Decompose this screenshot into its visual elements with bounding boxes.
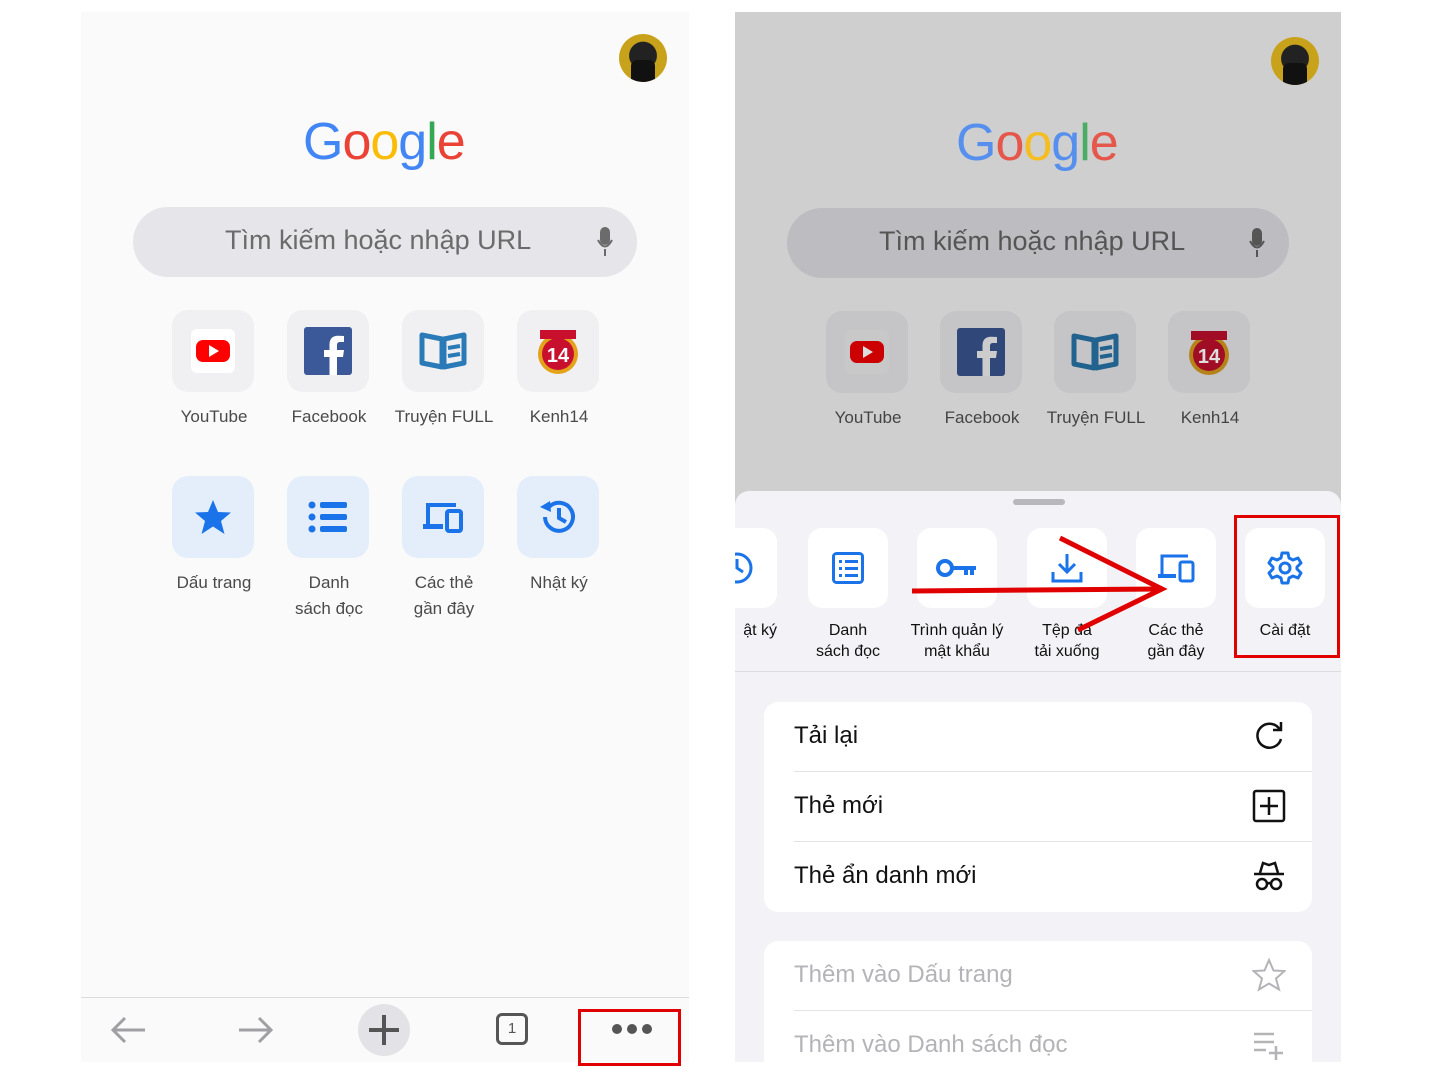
shortcut-label: Facebook xyxy=(944,408,1020,427)
search-input[interactable]: Tìm kiếm hoặc nhập URL xyxy=(133,207,637,277)
kenh14-icon: 14 xyxy=(1189,331,1229,375)
highlight-more-menu xyxy=(578,1009,681,1066)
recent-tabs-button[interactable]: Các thẻ gần đây xyxy=(402,476,486,622)
star-outline-icon xyxy=(1252,958,1286,992)
menu-item-label: Thêm vào Dấu trang xyxy=(794,961,1013,988)
microphone-icon[interactable] xyxy=(1249,226,1265,260)
shortcut-label: YouTube xyxy=(834,408,902,427)
add-list-icon xyxy=(1254,1032,1283,1060)
search-input[interactable]: Tìm kiếm hoặc nhập URL xyxy=(787,208,1289,278)
menu-item-add-reading-list[interactable]: Thêm vào Danh sách đọc xyxy=(764,1011,1312,1062)
menu-item-label: Thẻ mới xyxy=(794,792,884,819)
left-screen: Google Tìm kiếm hoặc nhập URL YouTube Fa… xyxy=(81,12,689,1062)
microphone-icon[interactable] xyxy=(597,225,613,259)
shortcut-youtube[interactable]: YouTube xyxy=(826,311,910,431)
quick-action-history[interactable]: ật ký xyxy=(735,528,779,641)
list-icon xyxy=(308,501,347,533)
shortcut-label: Kenh14 xyxy=(529,407,589,426)
menu-item-label: Thêm vào Danh sách đọc xyxy=(794,1031,1068,1058)
shortcut-label: Kenh14 xyxy=(1180,408,1240,427)
action-label: Các thẻ gần đây xyxy=(413,573,475,618)
quick-action-reading-list[interactable]: Danh sách đọc xyxy=(808,528,890,662)
history-icon xyxy=(540,500,575,533)
menu-item-reload[interactable]: Tải lại xyxy=(764,702,1312,772)
menu-item-new-tab[interactable]: Thẻ mới xyxy=(764,772,1312,842)
google-logo: Google xyxy=(956,114,1119,172)
action-label: Dấu trang xyxy=(176,573,252,592)
tab-switcher-button[interactable]: 1 xyxy=(496,1013,528,1045)
menu-item-label: Tải lại xyxy=(794,722,859,749)
reading-list-button[interactable]: Danh sách đọc xyxy=(287,476,371,622)
menu-group-primary: Tải lại Thẻ mới Thẻ ẩn danh mới xyxy=(764,702,1312,912)
svg-text:14: 14 xyxy=(1198,346,1221,368)
history-button[interactable]: Nhật ký xyxy=(517,476,601,596)
reload-icon xyxy=(1256,722,1283,749)
shortcut-label: Truyện FULL xyxy=(394,407,494,426)
shortcut-truyen-full[interactable]: Truyện FULL xyxy=(395,310,493,430)
devices-icon xyxy=(423,503,463,533)
sheet-grabber[interactable] xyxy=(1013,499,1065,505)
plus-icon xyxy=(369,1015,399,1045)
menu-item-new-incognito-tab[interactable]: Thẻ ẩn danh mới xyxy=(764,842,1312,912)
new-tab-button[interactable] xyxy=(358,1004,410,1056)
shortcut-kenh14[interactable]: 14 Kenh14 xyxy=(517,310,601,430)
shortcut-kenh14[interactable]: 14 Kenh14 xyxy=(1168,311,1252,431)
quick-action-label: Danh sách đọc xyxy=(815,622,881,660)
history-icon xyxy=(735,552,753,584)
highlight-settings xyxy=(1234,515,1340,658)
annotation-arrow xyxy=(911,535,1168,633)
sheet-divider xyxy=(735,671,1341,672)
google-logo: Google xyxy=(303,113,466,171)
forward-arrow-icon[interactable] xyxy=(237,1014,275,1046)
youtube-icon xyxy=(845,330,889,374)
book-icon xyxy=(1071,333,1119,371)
shortcut-label: Facebook xyxy=(291,407,367,426)
menu-item-label: Thẻ ẩn danh mới xyxy=(794,862,977,889)
action-label: Danh sách đọc xyxy=(294,573,364,618)
shortcut-label: YouTube xyxy=(180,407,248,426)
shortcut-youtube[interactable]: YouTube xyxy=(172,310,256,430)
list-icon xyxy=(832,552,864,584)
bookmarks-button[interactable]: Dấu trang xyxy=(172,476,256,596)
profile-avatar[interactable] xyxy=(619,34,667,82)
book-icon xyxy=(419,332,467,370)
facebook-icon xyxy=(957,328,1005,376)
quick-action-label: ật ký xyxy=(743,622,777,639)
shortcut-facebook[interactable]: Facebook xyxy=(940,311,1024,431)
search-placeholder: Tìm kiếm hoặc nhập URL xyxy=(225,225,532,255)
star-icon xyxy=(195,500,231,534)
shortcut-truyen-full[interactable]: Truyện FULL xyxy=(1047,311,1145,431)
shortcut-facebook[interactable]: Facebook xyxy=(287,310,371,430)
action-label: Nhật ký xyxy=(530,573,588,592)
search-placeholder: Tìm kiếm hoặc nhập URL xyxy=(879,226,1186,256)
menu-group-secondary: Thêm vào Dấu trang Thêm vào Danh sách đọ… xyxy=(764,941,1312,1062)
menu-item-add-bookmark[interactable]: Thêm vào Dấu trang xyxy=(764,941,1312,1011)
new-tab-icon xyxy=(1252,789,1286,823)
facebook-icon xyxy=(304,327,352,375)
shortcut-label: Truyện FULL xyxy=(1046,408,1146,427)
back-arrow-icon[interactable] xyxy=(109,1014,147,1046)
incognito-icon xyxy=(1254,861,1284,891)
profile-avatar[interactable] xyxy=(1271,37,1319,85)
kenh14-icon: 14 xyxy=(538,330,578,374)
youtube-icon xyxy=(191,329,235,373)
svg-text:14: 14 xyxy=(547,345,570,367)
